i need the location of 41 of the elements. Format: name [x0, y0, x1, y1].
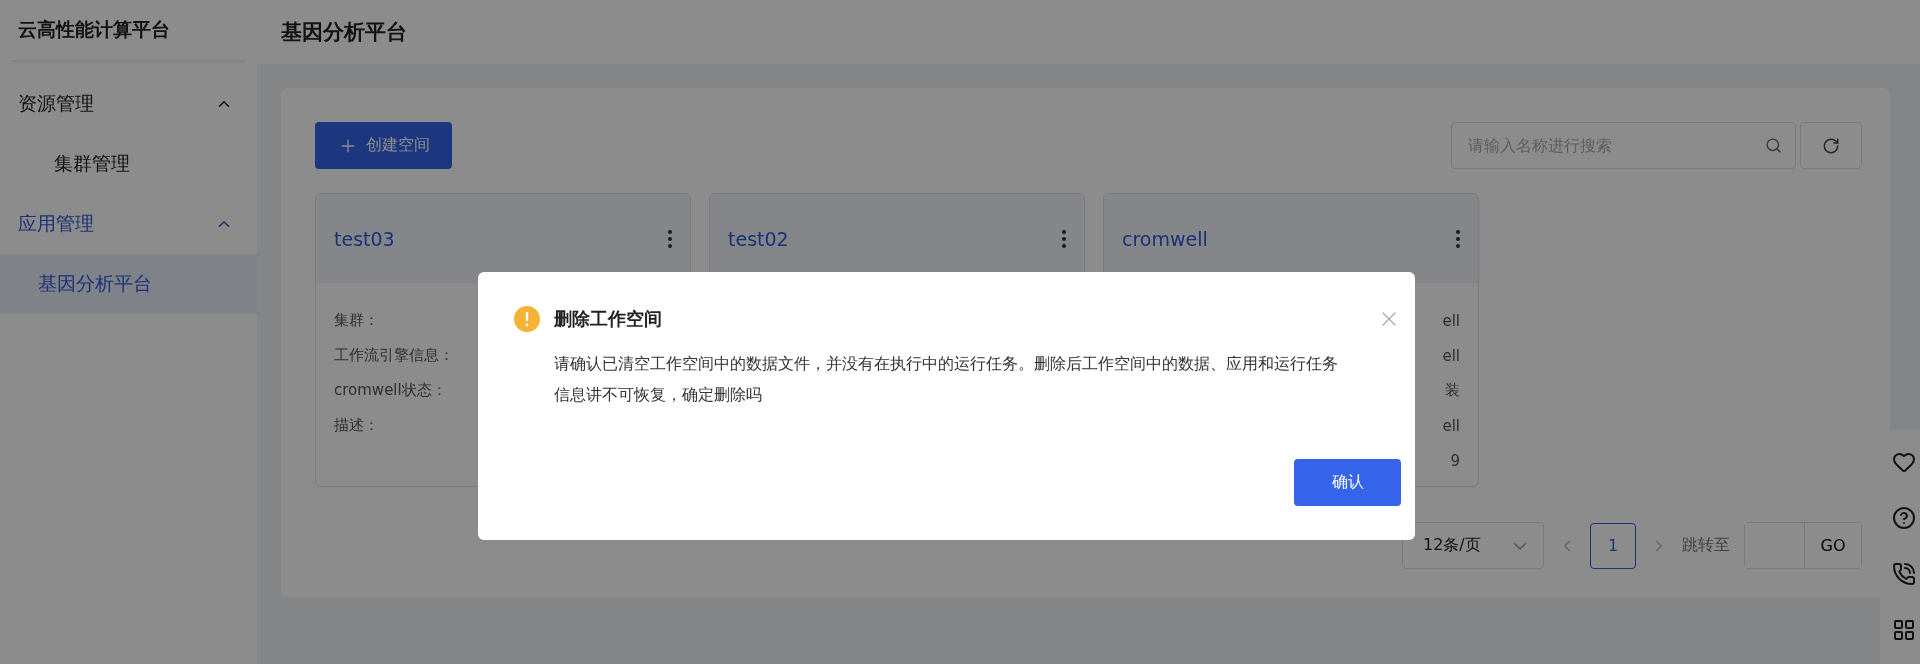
menu-group[interactable]: 资源管理 — [0, 74, 257, 134]
page-size-select[interactable]: 12条/页 — [1402, 522, 1544, 569]
field-label: cromwell状态： — [334, 381, 447, 400]
field-value: ell — [1442, 311, 1460, 330]
field-value: ell — [1442, 416, 1460, 435]
workspace-name: test02 — [728, 227, 789, 250]
refresh-icon — [1822, 136, 1840, 155]
heart-icon[interactable] — [1892, 450, 1916, 474]
warning-icon — [514, 306, 540, 332]
jump-label: 跳转至 — [1682, 535, 1730, 556]
page-button[interactable]: 1 — [1590, 522, 1636, 569]
more-icon — [1062, 229, 1066, 248]
field-label: 集群： — [334, 311, 379, 330]
phone-icon[interactable] — [1892, 562, 1916, 586]
more-button[interactable] — [668, 229, 672, 248]
page-title: 基因分析平台 — [257, 0, 1920, 64]
more-icon — [1456, 229, 1460, 248]
refresh-button[interactable] — [1800, 122, 1862, 169]
more-button[interactable] — [1062, 229, 1066, 248]
field-value: ell — [1442, 346, 1460, 365]
chevron-down-icon — [1513, 541, 1527, 550]
create-space-button[interactable]: 创建空间 — [315, 122, 452, 169]
more-icon — [668, 229, 672, 248]
workspace-name: test03 — [334, 227, 395, 250]
jump-field[interactable]: GO — [1744, 522, 1862, 569]
field-value: 装 — [1445, 381, 1460, 400]
search-icon[interactable] — [1765, 137, 1782, 154]
more-button[interactable] — [1456, 229, 1460, 248]
app-title: 云高性能计算平台 — [12, 0, 245, 62]
field-label: 描述： — [334, 416, 379, 435]
field-label: 工作流引擎信息： — [334, 346, 454, 365]
menu-item[interactable]: 基因分析平台 — [0, 254, 257, 314]
dialog-title: 删除工作空间 — [554, 307, 662, 331]
workspace-name: cromwell — [1122, 227, 1208, 250]
confirm-button[interactable]: 确认 — [1294, 459, 1401, 506]
menu-item[interactable]: 集群管理 — [0, 134, 257, 194]
dialog-message: 请确认已清空工作空间中的数据文件，并没有在执行中的运行任务。删除后工作空间中的数据、应用和运行任务信息讲不可恢复，确定删除吗 — [554, 353, 1339, 406]
field-value: 9 — [1450, 451, 1460, 470]
menu-group[interactable]: 应用管理 — [0, 194, 257, 254]
help-icon[interactable] — [1892, 506, 1916, 530]
grid-icon[interactable] — [1892, 618, 1916, 642]
